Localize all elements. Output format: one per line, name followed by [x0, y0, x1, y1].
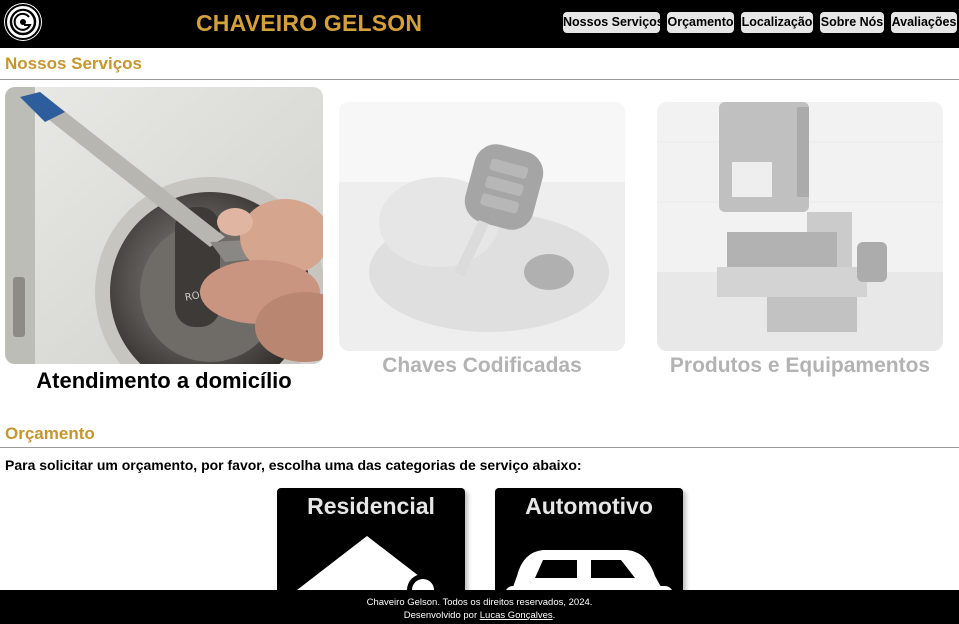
service-image-products[interactable] [657, 102, 943, 351]
brand-title: CHAVEIRO GELSON [196, 10, 423, 36]
services-section-title: Nossos Serviços [5, 54, 143, 73]
services-divider [0, 79, 959, 80]
category-automotivo-label: Automotivo [525, 493, 653, 519]
service-label-coded-keys[interactable]: Chaves Codificadas [339, 354, 625, 378]
quote-section-title: Orçamento [5, 424, 95, 443]
quote-intro-text: Para solicitar um orçamento, por favor, … [5, 457, 582, 473]
footer-dev-suffix: . [552, 610, 556, 621]
footer-developer-line: Desenvolvido por Lucas Gonçalves. [0, 610, 959, 621]
service-image-home[interactable]: ROUL [5, 87, 323, 364]
nav-avaliacoes[interactable]: Avaliações [891, 12, 957, 33]
service-label-home[interactable]: Atendimento a domicílio [5, 368, 323, 394]
key-circle-logo-icon[interactable] [4, 3, 42, 41]
top-header: CHAVEIRO GELSON Nossos Serviços Orçament… [0, 0, 959, 48]
nav-sobre-nos[interactable]: Sobre Nós [820, 12, 884, 33]
footer-copyright: Chaveiro Gelson. Todos os direitos reser… [366, 597, 593, 608]
nav-nossos-servicos[interactable]: Nossos Serviços [563, 12, 664, 33]
service-label-products[interactable]: Produtos e Equipamentos [657, 354, 943, 378]
nav-localizacao[interactable]: Localização [741, 12, 813, 33]
nav-orcamento[interactable]: Orçamento [667, 12, 734, 33]
footer-dev-prefix: Desenvolvido por [403, 610, 480, 621]
page-footer: Chaveiro Gelson. Todos os direitos reser… [0, 590, 959, 624]
quote-divider [0, 447, 959, 448]
category-residencial-label: Residencial [307, 493, 435, 519]
developer-link[interactable]: Lucas Gonçalves [480, 610, 553, 621]
service-image-coded-keys[interactable] [339, 102, 625, 351]
